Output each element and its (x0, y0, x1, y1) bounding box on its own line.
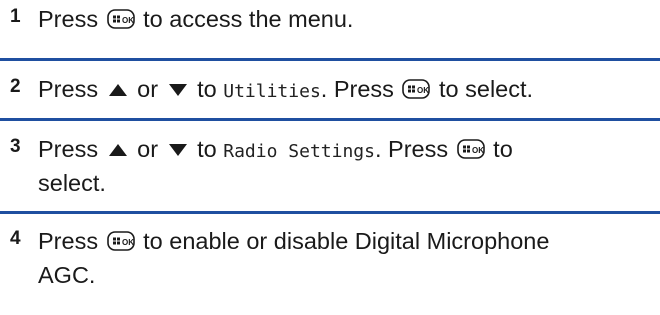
svg-text:OK: OK (122, 16, 134, 25)
svg-text:OK: OK (472, 146, 484, 155)
step-number: 1 (10, 6, 21, 27)
down-triangle-icon (168, 143, 188, 157)
step-text-rest: to access the menu. (143, 6, 354, 32)
step-text: Press or to Radio Settings. Press OK to (38, 132, 658, 169)
menu-ok-key-icon: OK (106, 231, 135, 251)
step-text-select: to select. (439, 76, 534, 102)
menu-item-name: Utilities (223, 81, 321, 102)
step-text-press2: . Press (320, 76, 394, 102)
up-triangle-icon (108, 143, 128, 157)
step-text-rest: to enable or disable Digital Microphone (143, 228, 550, 254)
menu-ok-key-icon: OK (106, 9, 135, 29)
step-text-line2: AGC. (38, 262, 96, 288)
step-divider (0, 118, 660, 121)
svg-text:OK: OK (417, 86, 429, 95)
step-text: Press or to Utilities. Press OK to selec… (38, 72, 658, 109)
step-text-press: Press (38, 6, 99, 32)
step-text-press: Press (38, 136, 99, 162)
step-text-to: to (197, 136, 217, 162)
step-text-or: or (137, 76, 159, 102)
menu-item-name: Radio Settings (223, 141, 375, 162)
up-triangle-icon (108, 83, 128, 97)
procedure-steps: 1 Press OK to access the menu. 2 Press o… (0, 0, 660, 315)
step-text-press: Press (38, 76, 99, 102)
step-text-press: Press (38, 228, 99, 254)
step-text-to: to (197, 76, 217, 102)
step-text-line2: select. (38, 170, 106, 196)
step-divider (0, 58, 660, 61)
step-number: 4 (10, 228, 21, 249)
down-triangle-icon (168, 83, 188, 97)
step-text-press2: . Press (374, 136, 449, 162)
menu-ok-key-icon: OK (456, 139, 485, 159)
step-divider (0, 211, 660, 214)
svg-text:OK: OK (122, 238, 134, 247)
step-text: Press OK to enable or disable Digital Mi… (38, 224, 658, 258)
menu-ok-key-icon: OK (402, 79, 431, 99)
step-number: 3 (10, 136, 21, 157)
step-text: Press OK to access the menu. (38, 2, 658, 36)
step-number: 2 (10, 76, 21, 97)
step-text-to-end: to (493, 136, 513, 162)
step-text-or: or (137, 136, 159, 162)
